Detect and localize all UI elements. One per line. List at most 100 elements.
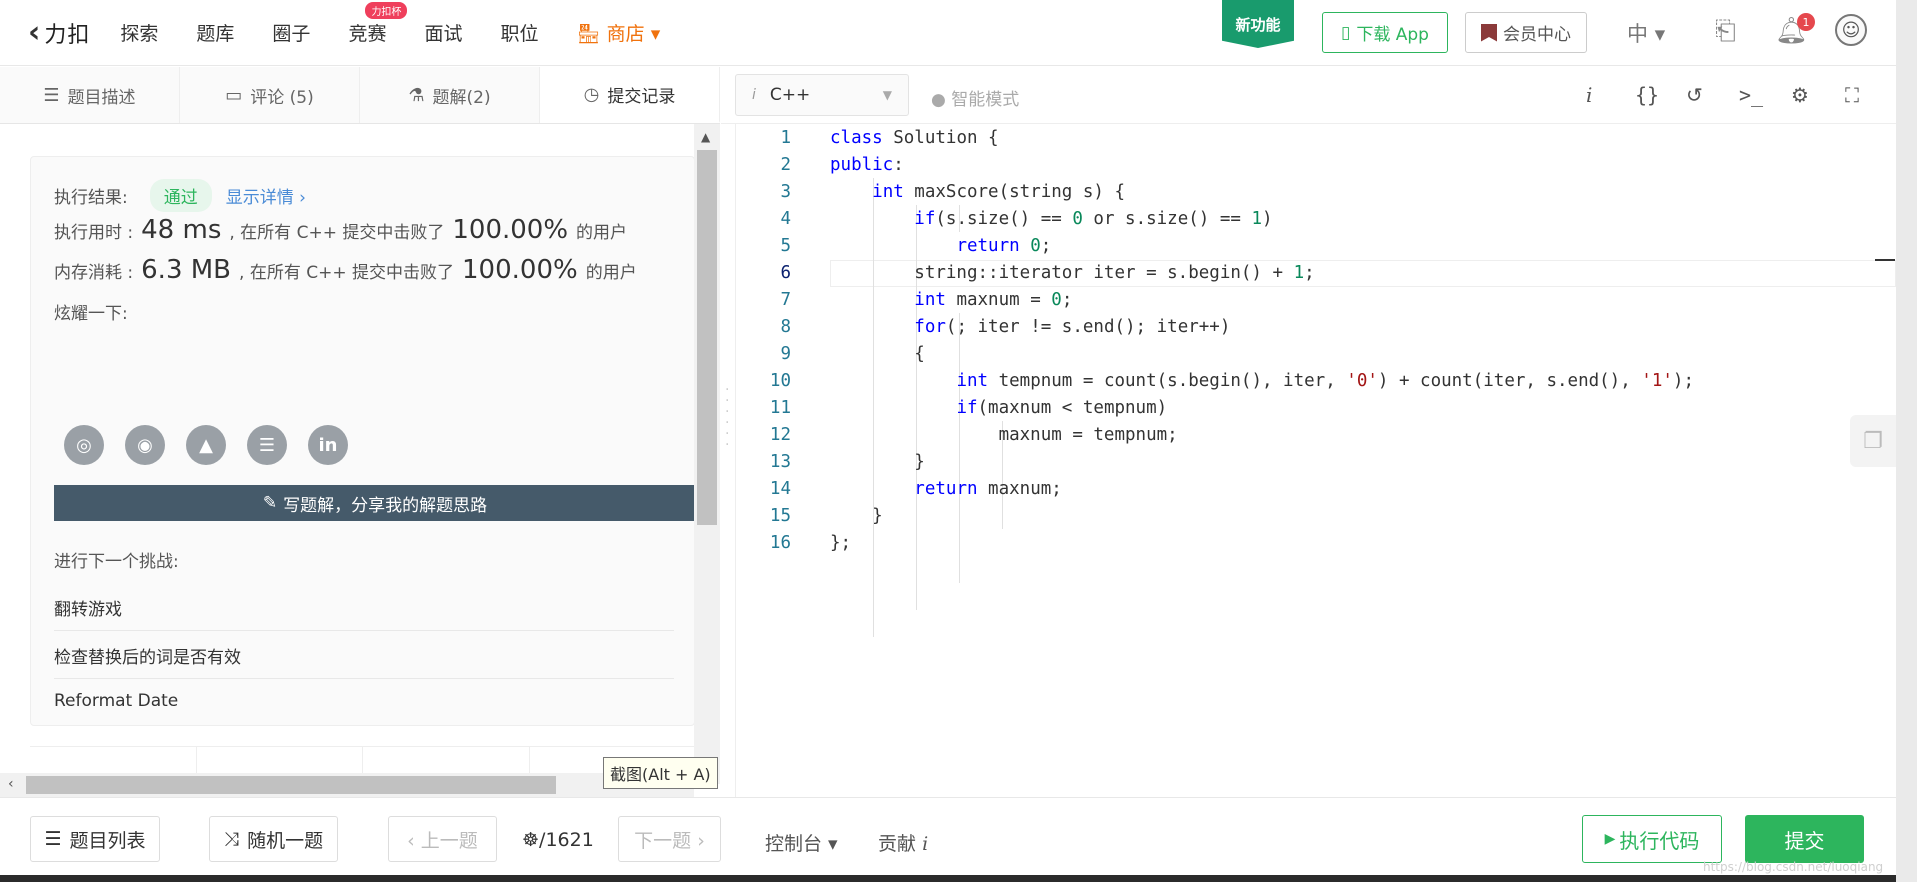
main-nav: 探索 题库 圈子 竞赛 力扣杯 面试 职位 🏪︎ 商店 ▾ [120, 0, 698, 66]
line-number: 4 [780, 208, 791, 229]
next-challenge-item[interactable]: Reformat Date [54, 691, 674, 721]
terminal-icon[interactable]: >_ [1739, 83, 1763, 107]
weibo-icon[interactable]: ◉ [125, 425, 165, 465]
braces-icon[interactable]: {} [1635, 83, 1659, 107]
code-text: } [830, 451, 925, 472]
code-text: } [830, 505, 883, 526]
line-number: 10 [769, 370, 791, 391]
qq-icon[interactable]: ▲ [186, 425, 226, 465]
vip-center-button[interactable]: 会员中心 [1465, 12, 1587, 53]
code-editor[interactable]: 1 class Solution { 2 public: 3 int maxScor… [735, 124, 1896, 799]
next-challenge-item[interactable]: 翻转游戏 [54, 595, 674, 631]
linkedin-icon[interactable]: in [308, 425, 348, 465]
code-line: 12 maxnum = tempnum; [736, 421, 1178, 448]
nav-interview[interactable]: 面试 [424, 19, 462, 46]
code-line: 14 return maxnum; [736, 475, 1062, 502]
nav-problems[interactable]: 题库 [196, 19, 234, 46]
line-number: 7 [780, 289, 791, 310]
line-number: 3 [780, 181, 791, 202]
code-line: 13 } [736, 448, 925, 475]
pencil-icon: ✎ [262, 493, 278, 513]
info-icon[interactable]: i [1586, 83, 1592, 107]
problem-list-button[interactable]: ☰ 题目列表 [30, 816, 160, 862]
fullscreen-icon[interactable]: ⛶ [1845, 83, 1859, 107]
next-challenge-item[interactable]: 检查替换后的词是否有效 [54, 643, 674, 679]
submit-button[interactable]: 提交 [1745, 815, 1864, 863]
line-number: 11 [769, 397, 791, 418]
left-vertical-scrollbar[interactable]: ▲ [694, 124, 720, 784]
line-number: 9 [780, 343, 791, 364]
next-problem-button[interactable]: 下一题 › [618, 816, 721, 862]
left-horizontal-scrollbar[interactable]: ‹ [0, 773, 694, 797]
download-app-button[interactable]: ▯ 下载 App [1322, 12, 1448, 53]
code-text: int tempnum = count(s.begin(), iter, '0'… [956, 370, 1694, 391]
page-indicator: ☸/1621 [522, 829, 594, 851]
submission-result-area: 执行结果: 通过 显示详情 › 执行用时 : 48 ms , 在所有 C++ 提… [0, 124, 700, 784]
console-toggle[interactable]: 控制台 ▾ [765, 829, 838, 856]
show-details-link[interactable]: 显示详情 › [226, 183, 306, 208]
run-code-button[interactable]: ▶ 执行代码 [1582, 815, 1722, 863]
runtime-label: 执行用时 : [54, 222, 134, 243]
next-challenge-label: 进行下一个挑战: [54, 552, 179, 572]
tab-comments[interactable]: ▭ 评论 (5) [180, 67, 360, 123]
code-text: maxnum = tempnum; [830, 424, 1178, 445]
memory-mid: , 在所有 C++ 提交中击败了 [239, 262, 455, 283]
code-text: class Solution { [830, 127, 999, 148]
wechat-icon[interactable]: ◎ [64, 425, 104, 465]
tab-description-label: 题目描述 [67, 87, 136, 108]
new-feature-ribbon[interactable]: 新功能 [1222, 0, 1294, 48]
settings-icon[interactable]: ⚙ [1791, 83, 1809, 107]
code-text: int maxScore(string s) { [872, 181, 1126, 202]
nav-jobs[interactable]: 职位 [500, 19, 538, 46]
scroll-left-icon[interactable]: ‹ [8, 776, 14, 792]
window-scrollbar[interactable] [1896, 0, 1917, 882]
scrollbar-thumb[interactable] [26, 776, 556, 794]
copy-icon[interactable]: ❐ [1850, 415, 1896, 467]
language-select[interactable]: i C++ ▼ [735, 74, 909, 116]
douban-icon[interactable]: ☰ [247, 425, 287, 465]
tab-submissions[interactable]: ◷ 提交记录 [540, 67, 720, 123]
random-problem-label: 随机一题 [247, 829, 324, 852]
smart-mode-toggle[interactable]: ● 智能模式 [931, 85, 1019, 110]
splitter-handle[interactable]: · · · · · · [725, 383, 729, 452]
nav-explore[interactable]: 探索 [120, 19, 158, 46]
runtime-tail: 的用户 [576, 222, 628, 243]
shuffle-icon: ⤨ [223, 828, 240, 850]
line-number: 12 [769, 424, 791, 445]
random-problem-button[interactable]: ⤨ 随机一题 [209, 816, 338, 862]
memory-percent: 100.00% [462, 255, 578, 285]
code-text: string::iterator iter = s.begin() + 1; [830, 262, 1315, 283]
leetcode-logo[interactable]: ‹ 力扣 [28, 15, 90, 50]
contribute-label: 贡献 [878, 833, 917, 855]
left-panel: ☰ 题目描述 ▭ 评论 (5) ⚗ 题解(2) ◷ 提交记录 执行结果: 通过 … [0, 67, 720, 797]
code-line: 7 int maxnum = 0; [736, 286, 1072, 313]
scrollbar-thumb[interactable] [697, 150, 717, 525]
chevron-down-icon: ▼ [882, 88, 892, 102]
nav-contest[interactable]: 竞赛 力扣杯 [348, 2, 408, 46]
playground-icon[interactable]: ⎗ [1715, 16, 1736, 47]
bookmark-icon [1481, 23, 1497, 42]
phone-icon: ▯ [1341, 22, 1351, 43]
avatar[interactable]: ☺ [1835, 14, 1867, 46]
prev-problem-button[interactable]: ‹ 上一题 [388, 816, 497, 862]
runtime-mid: , 在所有 C++ 提交中击败了 [229, 222, 445, 243]
nav-circle[interactable]: 圈子 [272, 19, 310, 46]
result-label: 执行结果: [54, 188, 128, 208]
tab-description[interactable]: ☰ 题目描述 [0, 67, 180, 123]
tab-solutions[interactable]: ⚗ 题解(2) [360, 67, 540, 123]
nav-store[interactable]: 🏪︎ 商店 ▾ [576, 19, 660, 46]
runtime-percent: 100.00% [452, 215, 569, 245]
contribute-link[interactable]: 贡献 i [878, 829, 928, 856]
nav-contest-label: 竞赛 [348, 23, 387, 45]
code-text: if(s.size() == 0 or s.size() == 1) [914, 208, 1273, 229]
language-switch[interactable]: 中 ▾ [1627, 18, 1665, 48]
reset-icon[interactable]: ↺ [1686, 83, 1703, 107]
runtime-value: 48 ms [141, 215, 222, 245]
write-solution-label: 写题解，分享我的解题思路 [283, 495, 488, 516]
code-line: 8 for(; iter != s.end(); iter++) [736, 313, 1230, 340]
write-solution-button[interactable]: ✎ 写题解，分享我的解题思路 [54, 485, 696, 521]
memory-label: 内存消耗 : [54, 262, 134, 283]
scroll-up-icon[interactable]: ▲ [701, 130, 710, 144]
code-text: if(maxnum < tempnum) [956, 397, 1168, 418]
code-text: return maxnum; [914, 478, 1062, 499]
